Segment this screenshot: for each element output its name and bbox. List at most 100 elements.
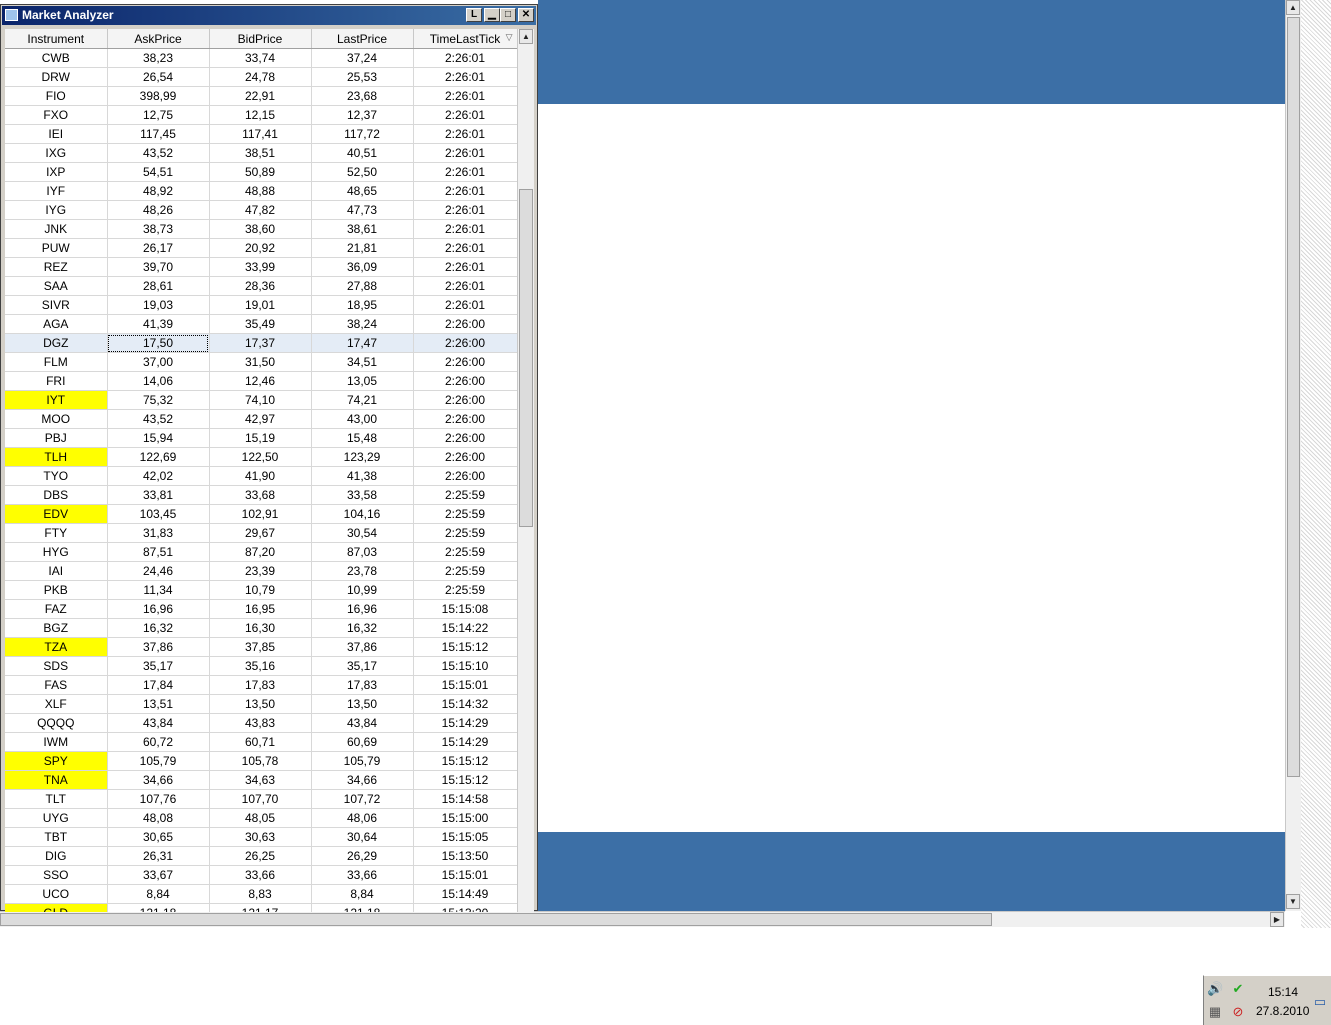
cell-instrument[interactable]: TLH [5, 447, 108, 467]
cell-askprice[interactable]: 19,03 [107, 295, 210, 315]
cell-askprice[interactable]: 107,76 [107, 789, 210, 809]
table-row[interactable]: DRW 26,54 24,78 25,53 2:26:01 [5, 67, 517, 87]
cell-timelasttick[interactable]: 15:14:29 [413, 732, 517, 752]
cell-timelasttick[interactable]: 15:15:00 [413, 808, 517, 828]
cell-instrument[interactable]: IEI [5, 124, 108, 144]
cell-askprice[interactable]: 37,00 [107, 352, 210, 372]
cell-askprice[interactable]: 75,32 [107, 390, 210, 410]
cell-bidprice[interactable]: 47,82 [209, 200, 312, 220]
show-desktop-icon[interactable]: ▭ [1312, 994, 1328, 1010]
cell-timelasttick[interactable]: 2:26:00 [413, 333, 517, 353]
cell-timelasttick[interactable]: 2:26:00 [413, 466, 517, 486]
table-row[interactable]: IAI 24,46 23,39 23,78 2:25:59 [5, 561, 517, 581]
mute-icon[interactable]: ⊘ [1230, 1004, 1246, 1020]
cell-timelasttick[interactable]: 2:26:01 [413, 124, 517, 144]
cell-askprice[interactable]: 35,17 [107, 656, 210, 676]
cell-instrument[interactable]: DRW [5, 67, 108, 87]
cell-timelasttick[interactable]: 2:25:59 [413, 504, 517, 524]
clock-date[interactable]: 27.8.2010 [1256, 1004, 1309, 1018]
table-row[interactable]: SAA 28,61 28,36 27,88 2:26:01 [5, 276, 517, 296]
cell-lastprice[interactable]: 123,29 [311, 447, 414, 467]
cell-timelasttick[interactable]: 2:25:59 [413, 542, 517, 562]
cell-lastprice[interactable]: 27,88 [311, 276, 414, 296]
cell-askprice[interactable]: 43,84 [107, 713, 210, 733]
cell-instrument[interactable]: TYO [5, 466, 108, 486]
cell-timelasttick[interactable]: 2:25:59 [413, 523, 517, 543]
cell-timelasttick[interactable]: 2:26:00 [413, 371, 517, 391]
cell-lastprice[interactable]: 43,84 [311, 713, 414, 733]
cell-askprice[interactable]: 38,23 [107, 48, 210, 68]
cell-timelasttick[interactable]: 2:26:01 [413, 238, 517, 258]
cell-bidprice[interactable]: 16,30 [209, 618, 312, 638]
cell-lastprice[interactable]: 107,72 [311, 789, 414, 809]
messenger-icon[interactable]: ✔ [1230, 981, 1246, 997]
cell-bidprice[interactable]: 60,71 [209, 732, 312, 752]
cell-bidprice[interactable]: 42,97 [209, 409, 312, 429]
cell-lastprice[interactable]: 60,69 [311, 732, 414, 752]
cell-askprice[interactable]: 15,94 [107, 428, 210, 448]
outer-vertical-scroll-thumb[interactable] [1287, 17, 1300, 777]
cell-bidprice[interactable]: 30,63 [209, 827, 312, 847]
cell-lastprice[interactable]: 47,73 [311, 200, 414, 220]
table-row[interactable]: FAS 17,84 17,83 17,83 15:15:01 [5, 675, 517, 695]
table-row[interactable]: PBJ 15,94 15,19 15,48 2:26:00 [5, 428, 517, 448]
cell-lastprice[interactable]: 33,58 [311, 485, 414, 505]
grid-scroll-thumb[interactable] [519, 189, 533, 527]
network-icon[interactable]: ▦ [1207, 1004, 1223, 1020]
column-header-instrument[interactable]: Instrument [5, 29, 108, 49]
cell-lastprice[interactable]: 25,53 [311, 67, 414, 87]
table-row[interactable]: TLT 107,76 107,70 107,72 15:14:58 [5, 789, 517, 809]
cell-askprice[interactable]: 26,17 [107, 238, 210, 258]
cell-bidprice[interactable]: 26,25 [209, 846, 312, 866]
cell-bidprice[interactable]: 117,41 [209, 124, 312, 144]
cell-askprice[interactable]: 28,61 [107, 276, 210, 296]
cell-bidprice[interactable]: 28,36 [209, 276, 312, 296]
cell-bidprice[interactable]: 12,15 [209, 105, 312, 125]
table-row[interactable]: FAZ 16,96 16,95 16,96 15:15:08 [5, 599, 517, 619]
cell-lastprice[interactable]: 34,51 [311, 352, 414, 372]
cell-instrument[interactable]: DIG [5, 846, 108, 866]
cell-askprice[interactable]: 16,96 [107, 599, 210, 619]
cell-bidprice[interactable]: 33,74 [209, 48, 312, 68]
cell-instrument[interactable]: UYG [5, 808, 108, 828]
cell-instrument[interactable]: GLD [5, 903, 108, 912]
cell-timelasttick[interactable]: 2:25:59 [413, 485, 517, 505]
table-row[interactable]: SIVR 19,03 19,01 18,95 2:26:01 [5, 295, 517, 315]
cell-instrument[interactable]: UCO [5, 884, 108, 904]
table-row[interactable]: TLH 122,69 122,50 123,29 2:26:00 [5, 447, 517, 467]
cell-lastprice[interactable]: 26,29 [311, 846, 414, 866]
cell-lastprice[interactable]: 13,50 [311, 694, 414, 714]
cell-bidprice[interactable]: 48,05 [209, 808, 312, 828]
cell-instrument[interactable]: FRI [5, 371, 108, 391]
cell-instrument[interactable]: SPY [5, 751, 108, 771]
cell-timelasttick[interactable]: 2:26:01 [413, 295, 517, 315]
table-row[interactable]: AGA 41,39 35,49 38,24 2:26:00 [5, 314, 517, 334]
cell-askprice[interactable]: 31,83 [107, 523, 210, 543]
table-row[interactable]: XLF 13,51 13,50 13,50 15:14:32 [5, 694, 517, 714]
cell-lastprice[interactable]: 21,81 [311, 238, 414, 258]
cell-bidprice[interactable]: 35,16 [209, 656, 312, 676]
cell-askprice[interactable]: 16,32 [107, 618, 210, 638]
cell-lastprice[interactable]: 52,50 [311, 162, 414, 182]
cell-instrument[interactable]: TBT [5, 827, 108, 847]
table-row[interactable]: IYF 48,92 48,88 48,65 2:26:01 [5, 181, 517, 201]
cell-lastprice[interactable]: 37,86 [311, 637, 414, 657]
cell-bidprice[interactable]: 50,89 [209, 162, 312, 182]
cell-askprice[interactable]: 121,18 [107, 903, 210, 912]
cell-lastprice[interactable]: 35,17 [311, 656, 414, 676]
cell-askprice[interactable]: 38,73 [107, 219, 210, 239]
table-row[interactable]: MOO 43,52 42,97 43,00 2:26:00 [5, 409, 517, 429]
cell-timelasttick[interactable]: 15:13:20 [413, 903, 517, 912]
cell-timelasttick[interactable]: 15:15:01 [413, 865, 517, 885]
cell-bidprice[interactable]: 33,66 [209, 865, 312, 885]
table-row[interactable]: BGZ 16,32 16,30 16,32 15:14:22 [5, 618, 517, 638]
cell-timelasttick[interactable]: 2:26:00 [413, 390, 517, 410]
scroll-down-icon[interactable]: ▼ [1286, 894, 1300, 909]
cell-bidprice[interactable]: 31,50 [209, 352, 312, 372]
cell-lastprice[interactable]: 36,09 [311, 257, 414, 277]
table-row[interactable]: FIO 398,99 22,91 23,68 2:26:01 [5, 86, 517, 106]
table-row[interactable]: IWM 60,72 60,71 60,69 15:14:29 [5, 732, 517, 752]
cell-askprice[interactable]: 41,39 [107, 314, 210, 334]
grid-scroll-up-icon[interactable]: ▲ [519, 29, 533, 44]
cell-askprice[interactable]: 17,84 [107, 675, 210, 695]
